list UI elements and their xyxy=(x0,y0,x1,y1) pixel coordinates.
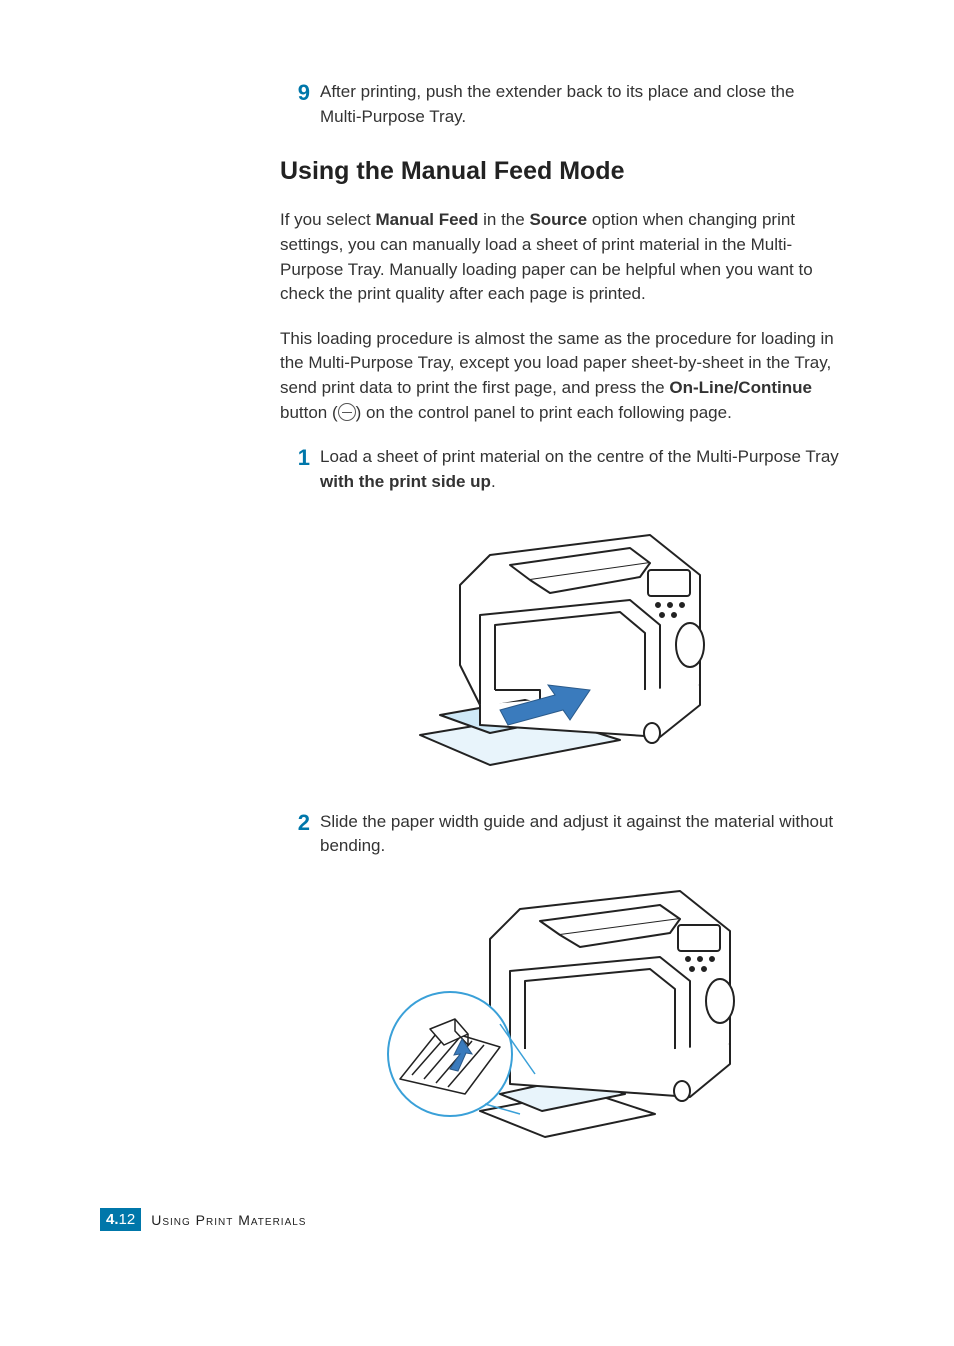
step-number: 1 xyxy=(280,445,310,494)
figure-width-guide xyxy=(280,879,840,1164)
content-area: 9 After printing, push the extender back… xyxy=(280,80,840,1164)
page-footer: 4.12 Using Print Materials xyxy=(100,1208,306,1231)
page-number: 12 xyxy=(119,1211,136,1228)
step-9: 9 After printing, push the extender back… xyxy=(280,80,840,129)
text: . xyxy=(491,472,496,491)
text: If you select xyxy=(280,210,375,229)
footer-title: Using Print Materials xyxy=(151,1212,306,1228)
bold-text: Manual Feed xyxy=(375,210,478,229)
bold-text: On-Line/Continue xyxy=(669,378,812,397)
step-number: 2 xyxy=(280,810,310,859)
printer-guide-illustration xyxy=(380,879,740,1159)
text: button ( xyxy=(280,403,338,422)
bold-text: with the print side up xyxy=(320,472,491,491)
step-text: After printing, push the extender back t… xyxy=(320,80,840,129)
online-continue-icon xyxy=(338,403,356,421)
figure-load-paper xyxy=(280,515,840,780)
step-1: 1 Load a sheet of print material on the … xyxy=(280,445,840,494)
step-number: 9 xyxy=(280,80,310,129)
paragraph-1: If you select Manual Feed in the Source … xyxy=(280,208,840,307)
page: 9 After printing, push the extender back… xyxy=(0,0,954,1346)
bold-text: Source xyxy=(529,210,587,229)
paragraph-2: This loading procedure is almost the sam… xyxy=(280,327,840,426)
printer-load-illustration xyxy=(400,515,720,775)
page-number-box: 4.12 xyxy=(100,1208,141,1231)
step-2: 2 Slide the paper width guide and adjust… xyxy=(280,810,840,859)
text: Load a sheet of print material on the ce… xyxy=(320,447,839,466)
step-text: Slide the paper width guide and adjust i… xyxy=(320,810,840,859)
text: ) on the control panel to print each fol… xyxy=(356,403,732,422)
chapter-number: 4. xyxy=(106,1211,119,1228)
section-heading: Using the Manual Feed Mode xyxy=(280,157,840,186)
step-text: Load a sheet of print material on the ce… xyxy=(320,445,840,494)
text: in the xyxy=(478,210,529,229)
